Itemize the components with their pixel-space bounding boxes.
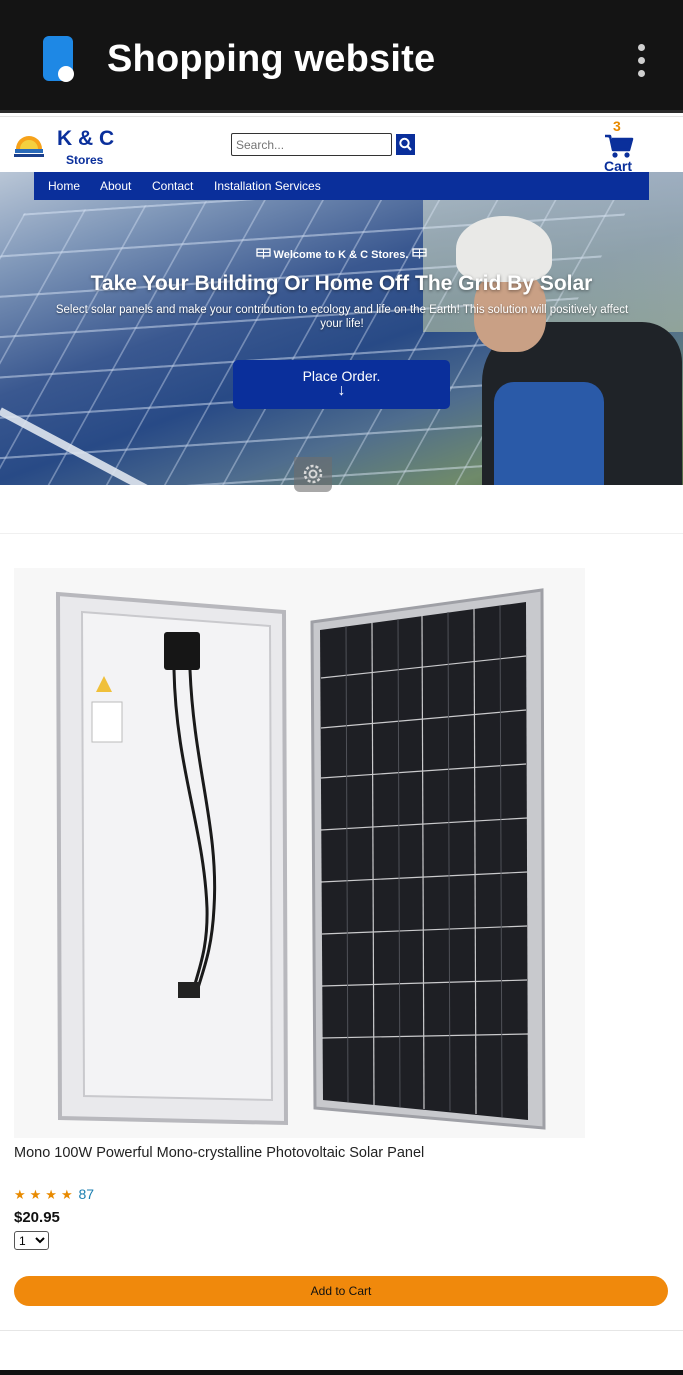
star-rating-icon: ★★★★: [14, 1187, 77, 1202]
cart-count: 3: [613, 118, 621, 134]
nav-contact[interactable]: Contact: [152, 179, 193, 193]
product-name[interactable]: Mono 100W Powerful Mono-crystalline Phot…: [14, 1145, 424, 1161]
cart-icon: [605, 134, 634, 158]
add-to-cart-button[interactable]: Add to Cart: [14, 1276, 668, 1306]
hero-headline: Take Your Building Or Home Off The Grid …: [90, 272, 593, 295]
hero-worker-overall: [494, 382, 604, 485]
quantity-select[interactable]: 1: [14, 1231, 49, 1250]
product-price: $20.95: [14, 1209, 60, 1226]
cart-button[interactable]: 3 Cart: [600, 117, 640, 175]
product-image[interactable]: [14, 568, 585, 1138]
app-title: Shopping website: [107, 38, 436, 80]
hero-banner: Home About Contact Installation Services…: [0, 172, 683, 485]
app-bar: Shopping website: [0, 0, 683, 113]
hero-subline: Select solar panels and make your contri…: [55, 304, 629, 330]
welcome-label: Welcome to K & C Stores.: [273, 249, 409, 261]
product-card: Mono 100W Powerful Mono-crystalline Phot…: [0, 533, 683, 1331]
app-icon: [43, 36, 74, 82]
welcome-text: Welcome to K & C Stores.: [0, 248, 683, 261]
solar-panel-icon: [412, 248, 428, 259]
solar-panel-icon: [255, 248, 271, 259]
rating-count: 87: [78, 1186, 95, 1202]
brand-subtitle: Stores: [66, 153, 104, 167]
brand-name[interactable]: K & C: [57, 127, 114, 151]
arrow-down-icon: ↓: [337, 382, 346, 399]
nav-about[interactable]: About: [100, 179, 131, 193]
nav-home[interactable]: Home: [48, 179, 80, 193]
settings-tab[interactable]: [294, 457, 332, 492]
bottom-edge: [0, 1370, 683, 1375]
nav-installation-services[interactable]: Installation Services: [214, 179, 321, 193]
search-input[interactable]: [231, 133, 392, 156]
place-order-button[interactable]: Place Order. ↓: [233, 360, 450, 409]
solar-panel-product-illustration: [55, 588, 546, 1130]
solar-logo-icon[interactable]: [12, 129, 46, 161]
gear-icon: [303, 464, 323, 484]
search-button[interactable]: [396, 134, 415, 155]
product-rating[interactable]: ★★★★ 87: [14, 1186, 94, 1203]
main-nav: Home About Contact Installation Services: [34, 172, 649, 200]
search-icon: [399, 137, 412, 151]
more-vertical-icon[interactable]: [630, 44, 652, 78]
site-header: K & C Stores 3 Cart: [0, 116, 683, 174]
